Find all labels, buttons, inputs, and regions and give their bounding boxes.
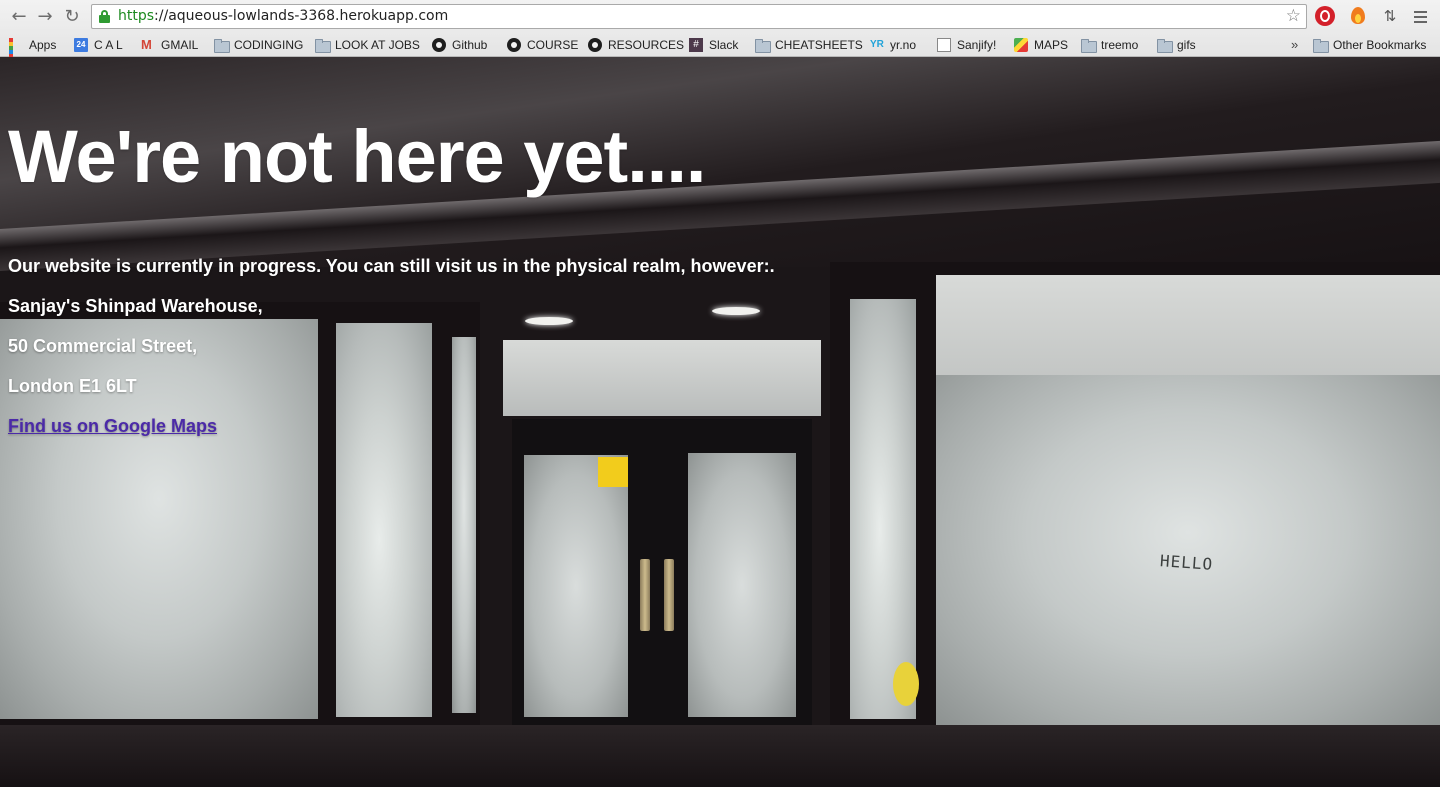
ceiling-light [525,317,573,325]
bookmarks-bar: Apps 24 C A L M GMAIL CODINGING LOOK AT … [0,33,1440,74]
address-bar[interactable]: https://aqueous-lowlands-3368.herokuapp.… [91,4,1307,29]
folder-icon [755,38,771,53]
opera-extension-icon[interactable] [1315,6,1335,26]
maps-icon [1014,38,1028,52]
bookmark-label: gifs [1177,38,1196,52]
door-handle-right [664,559,674,631]
gmail-icon: M [141,37,152,52]
bookmark-cal[interactable]: 24 C A L [74,36,123,54]
bookmark-look-at-jobs[interactable]: LOOK AT JOBS [315,36,420,54]
download-arrows-icon[interactable]: ⇅ [1380,6,1400,26]
bookmark-label: Slack [709,38,739,52]
bookmark-label: CODINGING [234,38,304,52]
page-viewport: HELLO We're not here yet.... Our website… [0,57,1440,787]
intro-text: Our website is currently in progress. Yo… [8,256,775,276]
folder-icon [214,38,230,53]
back-arrow-icon[interactable]: ← [8,6,30,28]
right-window-pane [936,375,1440,725]
calendar-icon: 24 [74,38,88,52]
bookmark-treemo[interactable]: treemo [1081,36,1138,54]
slack-icon: # [689,38,703,52]
firebug-extension-icon[interactable] [1348,6,1368,26]
address-line-city: London E1 6LT [8,376,137,396]
folder-icon [1081,38,1097,53]
bookmark-resources[interactable]: RESOURCES [588,36,684,54]
bookmark-apps[interactable]: Apps [9,36,57,74]
ceiling-light [712,307,760,315]
bookmarks-overflow-button[interactable]: » [1291,37,1298,52]
browser-toolbar: ← → ↻ https://aqueous-lowlands-3368.hero… [0,0,1440,33]
bookmark-label: Apps [29,38,57,52]
recess-ceiling [503,340,821,416]
url-text[interactable]: https://aqueous-lowlands-3368.herokuapp.… [118,8,448,25]
left-window-pane-narrow [336,323,432,717]
url-host: ://aqueous-lowlands-3368.herokuapp.com [154,8,449,24]
bookmark-star-icon[interactable]: ☆ [1286,6,1301,26]
bookmark-label: MAPS [1034,38,1069,52]
bookmark-label: Github [452,38,488,52]
bookmark-yr-no[interactable]: YR yr.no [870,36,916,54]
bookmark-label: CHEATSHEETS [775,38,863,52]
page-headline: We're not here yet.... [8,115,706,198]
bookmark-label: yr.no [890,38,917,52]
bookmark-sanjify[interactable]: Sanjify! [937,36,996,54]
reload-icon[interactable]: ↻ [61,6,83,28]
door-glass-left [524,455,628,717]
bookmark-codinging[interactable]: CODINGING [214,36,303,54]
bookmark-gifs[interactable]: gifs [1157,36,1196,54]
window-graffiti: HELLO [1159,551,1214,574]
door-glass-right [688,453,796,717]
door-notice [598,457,628,487]
door-handle-left [640,559,650,631]
yr-icon: YR [870,39,884,50]
apps-grid-icon [9,38,23,74]
bookmark-label: RESOURCES [608,38,685,52]
github-icon [588,38,602,52]
google-maps-link[interactable]: Find us on Google Maps [8,416,217,436]
page-icon [937,38,951,52]
address-line-business: Sanjay's Shinpad Warehouse, [8,296,263,316]
bookmark-label: Other Bookmarks [1333,38,1427,52]
folder-icon [1313,38,1329,53]
github-icon [432,38,446,52]
bookmark-label: C A L [94,38,123,52]
folder-icon [1157,38,1173,53]
bookmark-course[interactable]: COURSE [507,36,578,54]
bookmark-label: GMAIL [161,38,199,52]
main-content: We're not here yet.... Our website is cu… [8,115,775,437]
forward-arrow-icon[interactable]: → [34,6,56,28]
bookmark-label: Sanjify! [957,38,997,52]
folder-icon [315,38,331,53]
bookmark-github[interactable]: Github [432,36,487,54]
right-window-pane-narrow [850,299,916,719]
bookmark-label: LOOK AT JOBS [335,38,420,52]
window-sticker [893,662,919,706]
bookmark-maps[interactable]: MAPS [1014,36,1068,54]
bookmark-label: COURSE [527,38,579,52]
browser-chrome: ← → ↻ https://aqueous-lowlands-3368.hero… [0,0,1440,74]
url-scheme: https [118,8,155,24]
github-icon [507,38,521,52]
left-window-pane-edge [452,337,476,713]
lock-icon [99,10,110,23]
other-bookmarks[interactable]: Other Bookmarks [1313,36,1426,54]
bookmark-cheatsheets[interactable]: CHEATSHEETS [755,36,863,54]
bookmark-gmail[interactable]: M GMAIL [141,36,198,54]
address-line-street: 50 Commercial Street, [8,336,198,356]
bookmark-label: treemo [1101,38,1139,52]
menu-icon[interactable] [1411,6,1431,26]
stallriser [0,725,1440,787]
bookmark-slack[interactable]: # Slack [689,36,738,54]
